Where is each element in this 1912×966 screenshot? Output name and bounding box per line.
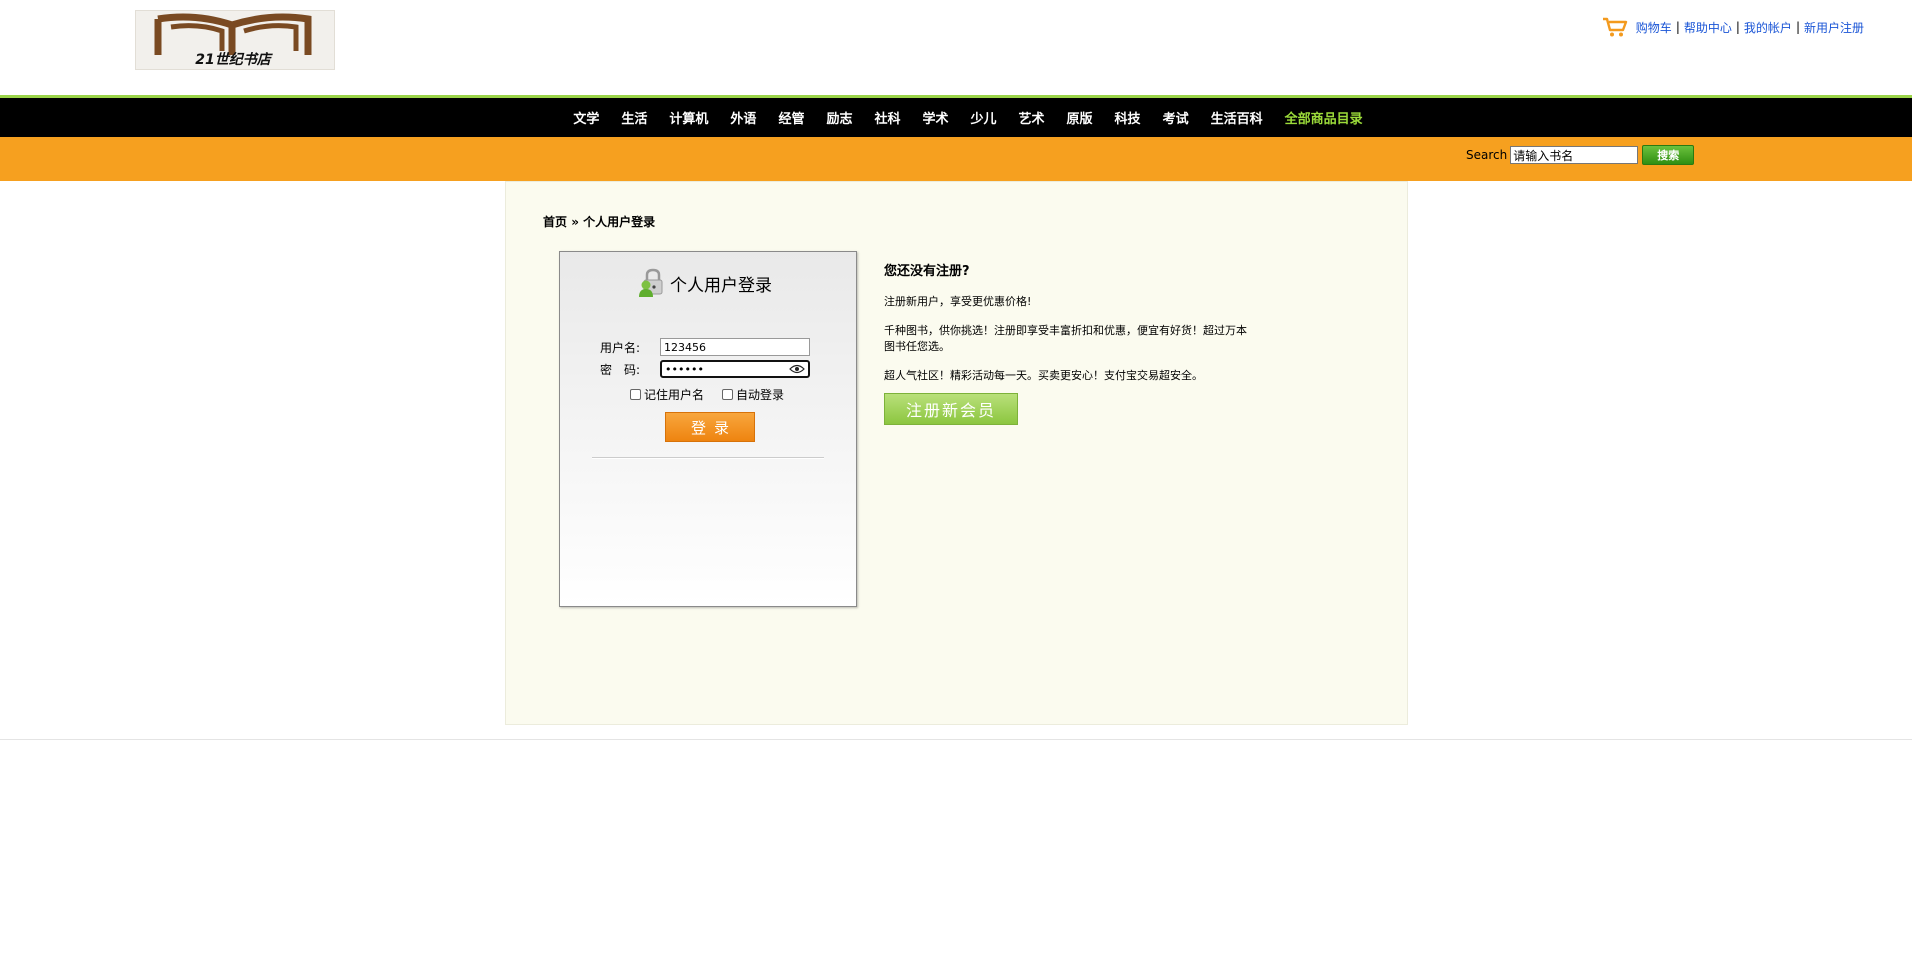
nav-item-computer[interactable]: 计算机 bbox=[669, 108, 708, 127]
category-nav: 文学 生活 计算机 外语 经管 励志 社科 学术 少儿 艺术 原版 科技 考试 … bbox=[0, 98, 1912, 137]
register-text-1: 注册新用户，享受更优惠价格! bbox=[884, 295, 1032, 308]
breadcrumb-current: 个人用户登录 bbox=[583, 215, 656, 229]
show-password-icon[interactable] bbox=[789, 364, 805, 374]
register-button[interactable]: 注册新会员 bbox=[884, 393, 1018, 425]
username-input[interactable]: 123456 bbox=[660, 338, 810, 356]
new-user-register-link[interactable]: 新用户注册 bbox=[1804, 19, 1864, 36]
nav-item-life-encyclopedia[interactable]: 生活百科 bbox=[1211, 108, 1263, 127]
top-links: 购物车 | 帮助中心 | 我的帐户 | 新用户注册 bbox=[1602, 16, 1864, 38]
nav-item-social-science[interactable]: 社科 bbox=[874, 108, 900, 127]
password-input[interactable]: •••••• bbox=[660, 360, 810, 378]
auto-login-checkbox[interactable] bbox=[722, 389, 734, 400]
nav-item-technology[interactable]: 科技 bbox=[1115, 108, 1141, 127]
site-header: 21世纪书店 购物车 | 帮助中心 | 我的帐户 | 新用户注册 bbox=[0, 0, 1912, 96]
help-center-link[interactable]: 帮助中心 bbox=[1684, 19, 1732, 36]
remember-username-checkbox[interactable] bbox=[630, 389, 641, 400]
register-text-3: 超人气社区！精彩活动每一天。买卖更安心！支付宝交易超安全。 bbox=[884, 369, 1203, 382]
remember-username-label[interactable]: 记住用户名 bbox=[644, 386, 704, 403]
link-separator: | bbox=[1735, 20, 1740, 34]
auto-login-label[interactable]: 自动登录 bbox=[736, 386, 784, 403]
login-heading: 个人用户登录 bbox=[638, 268, 772, 298]
footer-divider bbox=[0, 739, 1912, 740]
nav-item-art[interactable]: 艺术 bbox=[1019, 108, 1045, 127]
username-row: 用户名: 123456 bbox=[600, 338, 810, 356]
username-label: 用户名: bbox=[600, 340, 641, 355]
search-input[interactable] bbox=[1510, 146, 1639, 164]
nav-item-literature[interactable]: 文学 bbox=[573, 108, 599, 127]
site-logo[interactable]: 21世纪书店 bbox=[135, 10, 335, 70]
nav-item-business[interactable]: 经管 bbox=[778, 108, 804, 127]
my-account-link[interactable]: 我的帐户 bbox=[1744, 19, 1792, 36]
login-options: 记住用户名 自动登录 bbox=[630, 386, 802, 403]
register-text-2: 千种图书，供你挑选！注册即享受丰富折扣和优惠，便宜有好货！超过万本图书任您选。 bbox=[884, 324, 1247, 353]
register-promo: 您还没有注册? 注册新用户，享受更优惠价格! 千种图书，供你挑选！注册即享受丰富… bbox=[884, 260, 1254, 425]
cart-icon[interactable] bbox=[1602, 16, 1628, 38]
nav-item-all-categories[interactable]: 全部商品目录 bbox=[1285, 108, 1363, 127]
register-title: 您还没有注册? bbox=[884, 264, 970, 279]
cart-link[interactable]: 购物车 bbox=[1636, 19, 1672, 36]
nav-item-life[interactable]: 生活 bbox=[621, 108, 647, 127]
nav-item-foreign-language[interactable]: 外语 bbox=[730, 108, 756, 127]
search-button[interactable]: 搜索 bbox=[1642, 145, 1695, 165]
nav-item-academic[interactable]: 学术 bbox=[922, 108, 948, 127]
breadcrumb-separator: » bbox=[567, 215, 584, 229]
login-panel: 个人用户登录 用户名: 123456 密 码: •••••• 记住用户名 自动登… bbox=[559, 251, 857, 607]
logo-text: 21世纪书店 bbox=[195, 51, 273, 68]
link-separator: | bbox=[1675, 20, 1680, 34]
nav-item-inspiration[interactable]: 励志 bbox=[826, 108, 852, 127]
search-bar: Search 搜索 bbox=[0, 137, 1912, 181]
search-label: Search bbox=[1466, 148, 1508, 162]
login-title: 个人用户登录 bbox=[670, 275, 772, 296]
breadcrumb-home[interactable]: 首页 bbox=[543, 215, 567, 229]
login-divider bbox=[592, 457, 824, 459]
main-content: 首页 » 个人用户登录 个人用户登录 用户名: 123456 密 码: ••••… bbox=[505, 181, 1408, 725]
nav-item-original[interactable]: 原版 bbox=[1067, 108, 1093, 127]
password-row: 密 码: •••••• bbox=[600, 360, 810, 378]
user-lock-icon bbox=[639, 268, 663, 297]
password-mask: •••••• bbox=[665, 362, 704, 376]
breadcrumb: 首页 » 个人用户登录 bbox=[543, 213, 655, 230]
link-separator: | bbox=[1795, 20, 1800, 34]
nav-item-exam[interactable]: 考试 bbox=[1163, 108, 1189, 127]
password-label: 密 码: bbox=[600, 362, 641, 377]
login-button[interactable]: 登录 bbox=[665, 412, 755, 442]
nav-item-children[interactable]: 少儿 bbox=[971, 108, 997, 127]
